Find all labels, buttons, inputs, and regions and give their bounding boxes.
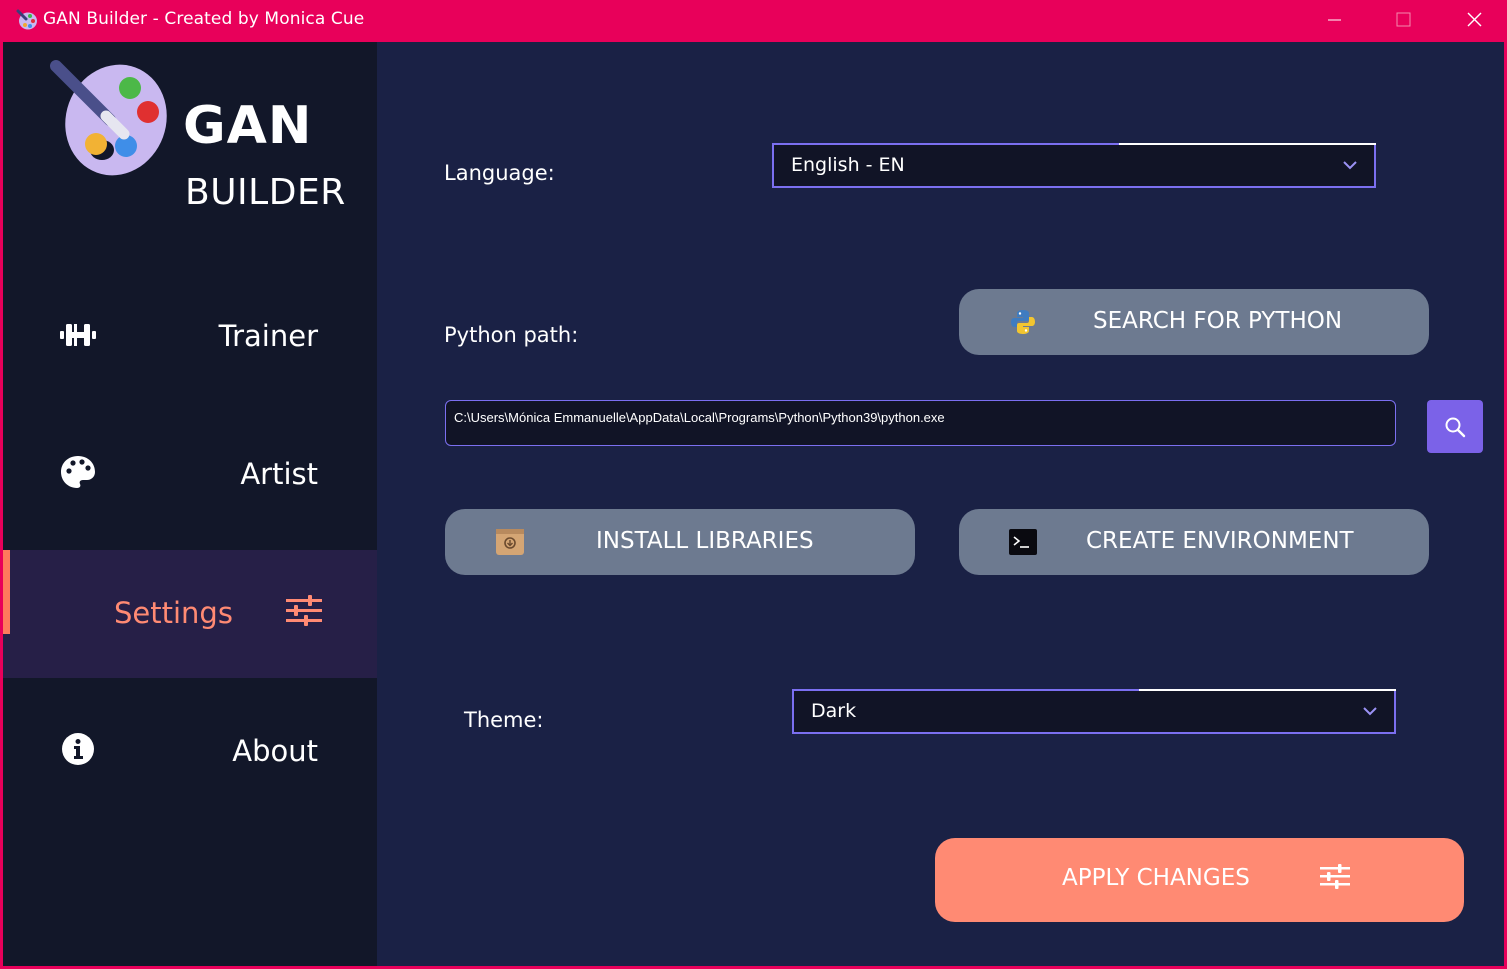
sidebar-item-artist[interactable]: Artist: [3, 411, 377, 539]
sidebar-item-label: About: [232, 734, 318, 768]
python-path-field[interactable]: C:\Users\Mónica Emmanuelle\AppData\Local…: [445, 400, 1396, 446]
palette-brush-icon: [50, 60, 167, 176]
sidebar-item-settings[interactable]: Settings: [3, 550, 377, 678]
app-window: GAN Builder - Created by Monica Cue GAN …: [0, 0, 1507, 969]
select-focus-line: [1139, 689, 1396, 691]
close-icon[interactable]: [1439, 0, 1507, 40]
palette-icon: [61, 456, 95, 488]
active-indicator: [3, 550, 10, 634]
language-label: Language:: [444, 161, 555, 185]
sliders-icon: [286, 595, 322, 626]
window-title: GAN Builder - Created by Monica Cue: [43, 9, 365, 29]
create-environment-button[interactable]: CREATE ENVIRONMENT: [959, 509, 1429, 575]
python-path-label: Python path:: [444, 323, 579, 347]
apply-changes-button[interactable]: APPLY CHANGES: [935, 838, 1464, 922]
apply-changes-label: APPLY CHANGES: [1062, 865, 1250, 891]
language-select-value: English - EN: [791, 154, 905, 176]
install-libraries-label: INSTALL LIBRARIES: [596, 528, 814, 554]
search-for-python-button[interactable]: SEARCH FOR PYTHON: [959, 289, 1429, 355]
dumbbell-icon: [60, 324, 96, 346]
sidebar-item-about[interactable]: About: [3, 688, 377, 816]
chevron-down-icon: [1343, 161, 1357, 170]
info-icon: [62, 733, 94, 765]
browse-python-button[interactable]: [1427, 400, 1483, 453]
logo-text-gan: GAN: [183, 96, 313, 156]
title-bar: GAN Builder - Created by Monica Cue: [0, 0, 1507, 42]
language-select[interactable]: English - EN: [772, 143, 1376, 188]
terminal-icon: [1009, 529, 1037, 555]
sliders-icon: [1320, 864, 1350, 889]
install-libraries-button[interactable]: INSTALL LIBRARIES: [445, 509, 915, 575]
sidebar-item-label: Settings: [114, 596, 233, 630]
search-for-python-label: SEARCH FOR PYTHON: [1093, 308, 1343, 334]
theme-select-value: Dark: [811, 700, 857, 722]
logo-text-builder: BUILDER: [185, 172, 346, 213]
sidebar-item-trainer[interactable]: Trainer: [3, 273, 377, 401]
sidebar-item-label: Artist: [240, 457, 318, 491]
chevron-down-icon: [1363, 707, 1377, 716]
select-focus-line: [1119, 143, 1376, 145]
create-environment-label: CREATE ENVIRONMENT: [1086, 528, 1354, 554]
app-icon: [16, 9, 37, 30]
search-icon: [1445, 417, 1466, 438]
theme-select[interactable]: Dark: [792, 689, 1396, 734]
sidebar-item-label: Trainer: [218, 319, 318, 353]
python-icon: [1011, 310, 1035, 334]
maximize-icon[interactable]: [1369, 0, 1439, 40]
minimize-icon[interactable]: [1299, 0, 1369, 40]
package-icon: [496, 529, 524, 555]
theme-label: Theme:: [464, 708, 544, 732]
